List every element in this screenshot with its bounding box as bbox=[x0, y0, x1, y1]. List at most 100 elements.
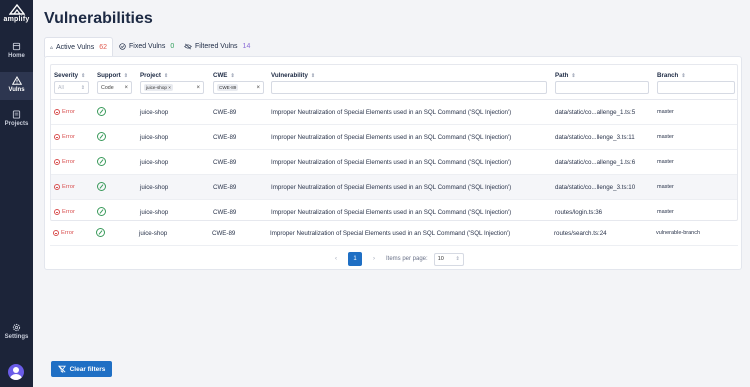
code-support-icon bbox=[97, 182, 106, 191]
error-icon bbox=[54, 209, 60, 215]
column-header-cwe[interactable]: CWE ⇕ bbox=[213, 72, 235, 79]
sidebar-item-settings[interactable]: Settings bbox=[0, 319, 33, 347]
tab-label: Fixed Vulns bbox=[129, 43, 166, 50]
chevron-right-icon[interactable]: › bbox=[368, 256, 380, 262]
path-filter[interactable] bbox=[555, 81, 649, 94]
column-header-project[interactable]: Project ⇕ bbox=[140, 72, 168, 79]
header-label: Path bbox=[555, 72, 569, 79]
select-icon: ⇕ bbox=[455, 256, 460, 262]
chevron-left-icon[interactable]: ‹ bbox=[330, 256, 342, 262]
error-icon bbox=[54, 159, 60, 165]
path-cell[interactable]: data/static/co...llenge_3.ts:11 bbox=[555, 134, 635, 141]
project-cell[interactable]: juice-shop bbox=[140, 134, 168, 141]
projects-icon bbox=[12, 110, 21, 119]
code-support-icon bbox=[97, 157, 106, 166]
eye-off-icon bbox=[184, 43, 192, 50]
branch-filter[interactable] bbox=[657, 81, 735, 94]
column-header-vulnerability[interactable]: Vulnerability ⇕ bbox=[271, 72, 315, 79]
project-cell[interactable]: juice-shop bbox=[140, 209, 168, 216]
warning-icon bbox=[11, 76, 22, 85]
clear-icon[interactable]: × bbox=[256, 85, 260, 91]
logo[interactable]: amplify bbox=[0, 4, 33, 30]
project-filter[interactable]: juice-shop × × bbox=[140, 81, 204, 94]
clear-filters-button[interactable]: Clear filters bbox=[51, 361, 112, 377]
sidebar-item-label: Projects bbox=[4, 121, 29, 127]
path-cell[interactable]: routes/search.ts:24 bbox=[554, 230, 607, 237]
path-cell[interactable]: data/static/co...llenge_3.ts:10 bbox=[555, 184, 635, 191]
branch-cell: master bbox=[657, 134, 674, 140]
tab-count: 62 bbox=[99, 44, 107, 51]
severity-filter-placeholder: All bbox=[58, 84, 64, 91]
chip-label: juice-shop bbox=[146, 85, 167, 90]
tab-active-vulns[interactable]: Active Vulns 62 bbox=[44, 37, 113, 57]
column-header-branch[interactable]: Branch ⇕ bbox=[657, 72, 686, 79]
sidebar-item-vulns[interactable]: Vulns bbox=[0, 72, 33, 100]
severity-label: Error bbox=[62, 184, 75, 190]
clear-icon[interactable]: × bbox=[196, 85, 200, 91]
path-cell[interactable]: data/static/co...allenge_1.ts:6 bbox=[555, 159, 635, 166]
sort-icon: ⇕ bbox=[123, 72, 128, 79]
table-row[interactable]: Error juice-shop CWE-89 Improper Neutral… bbox=[51, 150, 737, 175]
sidebar-item-projects[interactable]: Projects bbox=[0, 106, 33, 134]
header-label: Branch bbox=[657, 72, 679, 79]
clear-icon[interactable]: × bbox=[124, 85, 128, 91]
tab-count: 14 bbox=[242, 43, 251, 50]
vulnerability-cell: Improper Neutralization of Special Eleme… bbox=[271, 209, 512, 216]
items-per-page-select[interactable]: 10 ⇕ bbox=[433, 252, 464, 266]
project-cell[interactable]: juice-shop bbox=[139, 230, 167, 237]
sort-icon: ⇕ bbox=[681, 72, 686, 79]
column-header-path[interactable]: Path ⇕ bbox=[555, 72, 576, 79]
cwe-cell: CWE-89 bbox=[213, 134, 237, 141]
sidebar-item-label: Vulns bbox=[8, 87, 25, 93]
severity-cell: Error bbox=[53, 230, 74, 236]
tab-label: Filtered Vulns bbox=[195, 43, 238, 50]
avatar[interactable] bbox=[8, 364, 24, 380]
severity-label: Error bbox=[62, 134, 75, 140]
severity-label: Error bbox=[62, 209, 75, 215]
sidebar-item-home[interactable]: Home bbox=[0, 38, 33, 66]
support-filter-value: Code bbox=[101, 84, 114, 91]
sidebar-item-label: Settings bbox=[4, 334, 29, 340]
error-icon bbox=[54, 134, 60, 140]
support-filter[interactable]: Code × bbox=[97, 81, 132, 94]
vulnerability-cell: Improper Neutralization of Special Eleme… bbox=[270, 230, 511, 237]
vulnerability-cell: Improper Neutralization of Special Eleme… bbox=[271, 159, 512, 166]
severity-filter[interactable]: All ⇕ bbox=[54, 81, 89, 94]
table-row[interactable]: Error juice-shop CWE-89 Improper Neutral… bbox=[51, 175, 737, 200]
branch-cell: master bbox=[657, 109, 674, 115]
column-header-severity[interactable]: Severity ⇕ bbox=[54, 72, 85, 79]
table-row[interactable]: Error juice-shop CWE-89 Improper Neutral… bbox=[50, 221, 738, 246]
items-per-page-label: Items per page: bbox=[386, 256, 428, 262]
select-icon: ⇕ bbox=[80, 84, 85, 91]
cwe-cell: CWE-89 bbox=[213, 184, 237, 191]
tab-filtered-vulns[interactable]: Filtered Vulns 14 bbox=[179, 37, 255, 56]
vulnerability-cell: Improper Neutralization of Special Eleme… bbox=[271, 134, 512, 141]
gear-icon bbox=[12, 323, 21, 332]
severity-cell: Error bbox=[54, 134, 75, 140]
path-cell[interactable]: data/static/co...allenge_1.ts:5 bbox=[555, 109, 635, 116]
vulnerability-filter[interactable] bbox=[271, 81, 547, 94]
project-cell[interactable]: juice-shop bbox=[140, 159, 168, 166]
sort-icon: ⇕ bbox=[310, 72, 316, 79]
cwe-filter-chip[interactable]: CWE-89 bbox=[217, 84, 239, 91]
tab-fixed-vulns[interactable]: Fixed Vulns 0 bbox=[114, 37, 179, 56]
cwe-filter[interactable]: CWE-89 × bbox=[213, 81, 264, 94]
table-row[interactable]: Error juice-shop CWE-89 Improper Neutral… bbox=[51, 200, 737, 220]
sort-icon: ⇕ bbox=[163, 72, 169, 79]
table-row[interactable]: Error juice-shop CWE-89 Improper Neutral… bbox=[51, 125, 737, 150]
severity-label: Error bbox=[62, 159, 75, 165]
path-cell[interactable]: routes/login.ts:36 bbox=[555, 209, 602, 216]
cwe-cell: CWE-89 bbox=[213, 159, 237, 166]
project-cell[interactable]: juice-shop bbox=[140, 109, 168, 116]
tab-count: 0 bbox=[170, 43, 175, 50]
items-per-page-value: 10 bbox=[437, 256, 444, 262]
column-header-support[interactable]: Support ⇕ bbox=[97, 72, 128, 79]
severity-label: Error bbox=[62, 109, 75, 115]
code-support-icon bbox=[97, 132, 106, 141]
branch-cell: master bbox=[657, 209, 674, 215]
header-label: CWE bbox=[213, 72, 228, 79]
page-button-current[interactable]: 1 bbox=[348, 252, 362, 266]
table-row[interactable]: Error juice-shop CWE-89 Improper Neutral… bbox=[51, 100, 737, 125]
project-cell[interactable]: juice-shop bbox=[140, 184, 168, 191]
project-filter-chip[interactable]: juice-shop × bbox=[144, 84, 173, 91]
